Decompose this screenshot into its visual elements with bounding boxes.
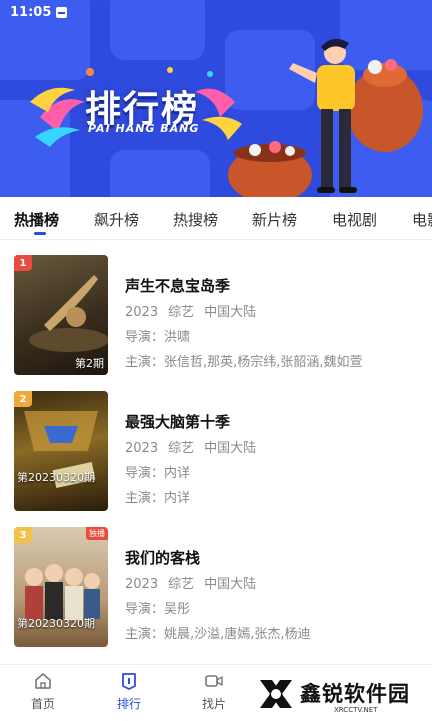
nav-home[interactable]: 首页 [13,671,73,712]
item-year: 2023 [125,305,159,320]
poster-image[interactable]: 2 第20230320期 [14,391,108,511]
poster-image[interactable]: 3 独播 第20230320期 [14,527,108,647]
item-cast: 主演：内详 [125,491,191,505]
rank-badge: 2 [14,391,32,407]
banner-subtitle: PAI HANG BANG [88,122,200,135]
item-meta: 2023 综艺 中国大陆 [125,437,415,456]
poster-episode-label: 第20230320期 [17,617,95,630]
item-title[interactable]: 最强大脑第十季 [125,411,415,431]
tab-rising[interactable]: 飙升榜 [94,209,139,230]
watermark: 鑫锐软件园 XRCCTV.NET [256,674,426,716]
item-meta: 2023 综艺 中国大陆 [125,301,415,320]
item-genre: 综艺 [168,577,195,592]
item-director: 导演：洪啸 [125,330,191,344]
item-region: 中国大陆 [204,305,257,320]
poster-image[interactable]: 1 第2期 [14,255,108,375]
tab-movie[interactable]: 电影 [412,209,432,230]
poster-art-icon [24,411,98,488]
ranking-icon [122,673,136,690]
tab-tv-series[interactable]: 电视剧 [332,209,377,230]
home-icon [35,673,51,689]
item-cast: 主演：姚晨,沙溢,唐嫣,张杰,杨迪 [125,627,311,641]
poster-episode-label: 第20230320期 [17,471,95,484]
illustration-person-icon [228,38,423,197]
item-director: 导演：内详 [125,466,191,480]
watermark-logo-icon [260,680,292,708]
item-director: 导演：吴彤 [125,602,191,616]
video-icon [205,675,223,687]
notification-icon [56,6,68,18]
item-genre: 综艺 [168,441,195,456]
ranking-tabs: 热播榜 飙升榜 热搜榜 新片榜 电视剧 电影 [0,205,432,237]
item-region: 中国大陆 [204,577,257,592]
item-year: 2023 [125,441,159,456]
poster-episode-label: 第2期 [75,357,104,370]
rank-badge: 1 [14,255,32,271]
list-item[interactable]: 3 独播 第20230320期 我们的客栈 2023 综艺 中国大陆 导演：吴彤 主… [14,527,418,647]
item-cast: 主演：张信哲,那英,杨宗纬,张韶涵,魏如萱 [125,355,363,369]
tab-hot-search[interactable]: 热搜榜 [173,209,218,230]
banner-logo: 排行榜 PAI HANG BANG [30,62,245,152]
watermark-url: XRCCTV.NET [334,706,378,714]
item-genre: 综艺 [168,305,195,320]
exclusive-badge: 独播 [86,527,108,540]
ranking-banner: 11:05 排行榜 PAI HANG BANG [0,0,432,197]
tab-indicator [34,232,46,235]
status-bar: 11:05 [10,2,68,22]
list-item[interactable]: 1 第2期 声生不息宝岛季 2023 综艺 中国大陆 导演：洪啸 主演：张信哲,那英… [14,255,418,375]
rank-badge: 3 [14,527,32,543]
tab-hot-play[interactable]: 热播榜 [14,209,59,230]
nav-ranking[interactable]: 排行 [99,671,159,712]
item-year: 2023 [125,577,159,592]
status-time: 11:05 [10,4,52,20]
list-item[interactable]: 2 第20230320期 最强大脑第十季 2023 综艺 中国大陆 导演：内详 主演… [14,391,418,511]
nav-find[interactable]: 找片 [184,671,244,712]
watermark-text: 鑫锐软件园 [300,682,410,706]
nav-ranking-label: 排行 [116,697,141,711]
item-region: 中国大陆 [204,441,257,456]
item-title[interactable]: 我们的客栈 [125,547,415,567]
divider [0,239,432,240]
nav-find-label: 找片 [201,697,226,711]
item-meta: 2023 综艺 中国大陆 [125,573,415,592]
nav-home-label: 首页 [30,697,55,711]
item-title[interactable]: 声生不息宝岛季 [125,275,415,295]
tab-new-release[interactable]: 新片榜 [252,209,297,230]
